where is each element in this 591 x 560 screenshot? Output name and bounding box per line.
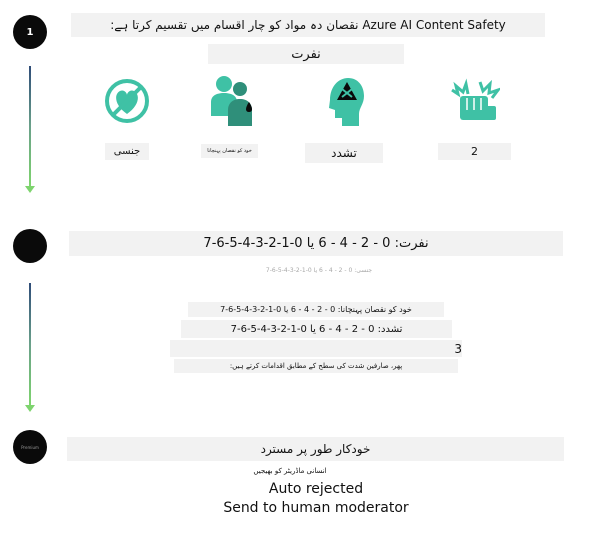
sexual-severity-levels: جنسی: 0 - 2 - 4 - 6 یا 0-1-2-3-4-5-6-7 bbox=[265, 266, 373, 274]
send-to-human-moderator-text: Send to human moderator bbox=[223, 499, 409, 516]
category-main-label: نفرت bbox=[208, 44, 404, 64]
step-2-marker bbox=[13, 229, 47, 263]
category-label-violence: تشدد bbox=[305, 143, 383, 163]
connector-1-arrow-icon bbox=[25, 186, 35, 193]
violence-icon bbox=[326, 74, 366, 128]
connector-1-line bbox=[29, 66, 31, 186]
self-harm-icon bbox=[208, 74, 258, 128]
category-label-self-harm: خود کو نقصان پہنچانا bbox=[201, 144, 258, 158]
hate-fist-icon bbox=[446, 78, 500, 126]
step-1-label: 1 bbox=[26, 26, 34, 38]
step-3-marker: Premium bbox=[13, 430, 47, 464]
no-sexual-icon bbox=[104, 78, 150, 124]
auto-rejected-text: Auto rejected bbox=[268, 481, 364, 497]
send-to-moderator-ur: انسانی ماڈریٹر کو بھیجیں bbox=[253, 467, 327, 475]
user-action-note: پھر، صارفین شدت کی سطح کے مطابق اقدامات … bbox=[174, 359, 458, 373]
hate-severity-levels: نفرت: 0 - 2 - 4 - 6 یا 0-1-2-3-4-5-6-7 bbox=[69, 231, 563, 256]
severity-number: 3 bbox=[170, 340, 462, 357]
connector-2-arrow-icon bbox=[25, 405, 35, 412]
violence-severity-levels: تشدد: 0 - 2 - 4 - 6 یا 0-1-2-3-4-5-6-7 bbox=[181, 320, 452, 338]
category-label-hate: 2 bbox=[438, 143, 511, 160]
step-3-label: Premium bbox=[21, 444, 39, 450]
connector-2-line bbox=[29, 283, 31, 405]
self-harm-severity-levels: خود کو نقصان پہنچانا: 0 - 2 - 4 - 6 یا 0… bbox=[188, 302, 444, 317]
category-label-sexual: جنسی bbox=[105, 143, 149, 160]
step-1-marker: 1 bbox=[13, 15, 47, 49]
stage1-title: Azure AI Content Safety نقصان دہ مواد کو… bbox=[71, 13, 545, 37]
stage1-title-text: Azure AI Content Safety نقصان دہ مواد کو… bbox=[110, 18, 506, 32]
stage3-title: خودکار طور پر مسترد bbox=[67, 437, 564, 461]
